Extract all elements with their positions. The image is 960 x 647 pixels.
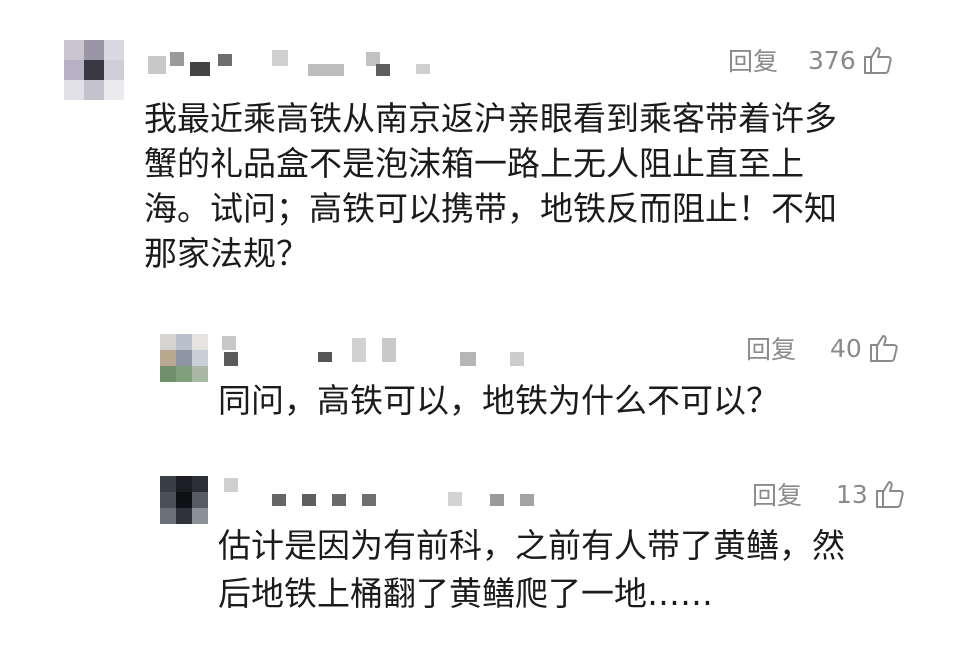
comment-body: 估计是因为有前科，之前有人带了黄鳝，然 后地铁上桶翻了黄鳝爬了一地……	[218, 522, 845, 618]
comment-body: 我最近乘高铁从南京返沪亲眼看到乘客带着许多 蟹的礼品盒不是泡沫箱一路上无人阻止直…	[144, 96, 837, 276]
like-count: 40	[830, 333, 862, 363]
comment-line: 估计是因为有前科，之前有人带了黄鳝，然	[218, 526, 845, 565]
comment-3: 回复 13 估计是因为有前科，之前有人带了黄鳝，然 后地铁上桶翻了黄鳝爬了一地……	[0, 460, 960, 647]
comment-line: 那家法规？	[144, 234, 309, 273]
comment-line: 后地铁上桶翻了黄鳝爬了一地……	[218, 574, 713, 613]
username-blurred[interactable]	[220, 332, 540, 372]
thumbs-up-icon	[874, 478, 906, 510]
avatar[interactable]	[160, 334, 208, 382]
avatar[interactable]	[160, 476, 208, 524]
like-button[interactable]: 13	[836, 478, 906, 510]
comment-line: 同问，高铁可以，地铁为什么不可以？	[218, 381, 779, 420]
username-blurred[interactable]	[220, 474, 550, 514]
comment-body: 同问，高铁可以，地铁为什么不可以？	[218, 378, 779, 423]
reply-button[interactable]: 回复	[752, 476, 802, 512]
like-count: 376	[808, 45, 856, 75]
reply-button[interactable]: 回复	[746, 330, 796, 366]
comment-actions: 回复 40	[746, 330, 900, 366]
comment-actions: 回复 376	[728, 42, 894, 78]
reply-button[interactable]: 回复	[728, 42, 778, 78]
comment-2: 回复 40 同问，高铁可以，地铁为什么不可以？	[0, 318, 960, 448]
avatar[interactable]	[64, 40, 124, 100]
thumbs-up-icon	[862, 44, 894, 76]
comment-line: 我最近乘高铁从南京返沪亲眼看到乘客带着许多	[144, 99, 837, 138]
comment-thread: 回复 376 我最近乘高铁从南京返沪亲眼看到乘客带着许多 蟹的礼品盒不是泡沫箱一…	[0, 0, 960, 647]
thumbs-up-icon	[868, 332, 900, 364]
comment-actions: 回复 13	[752, 476, 906, 512]
comment-line: 蟹的礼品盒不是泡沫箱一路上无人阻止直至上	[144, 144, 804, 183]
like-button[interactable]: 376	[808, 44, 894, 76]
username-blurred[interactable]	[140, 44, 440, 84]
comment-line: 海。试问；高铁可以携带，地铁反而阻止！不知	[144, 189, 837, 228]
like-count: 13	[836, 479, 868, 509]
comment-1: 回复 376 我最近乘高铁从南京返沪亲眼看到乘客带着许多 蟹的礼品盒不是泡沫箱一…	[0, 0, 960, 300]
like-button[interactable]: 40	[830, 332, 900, 364]
